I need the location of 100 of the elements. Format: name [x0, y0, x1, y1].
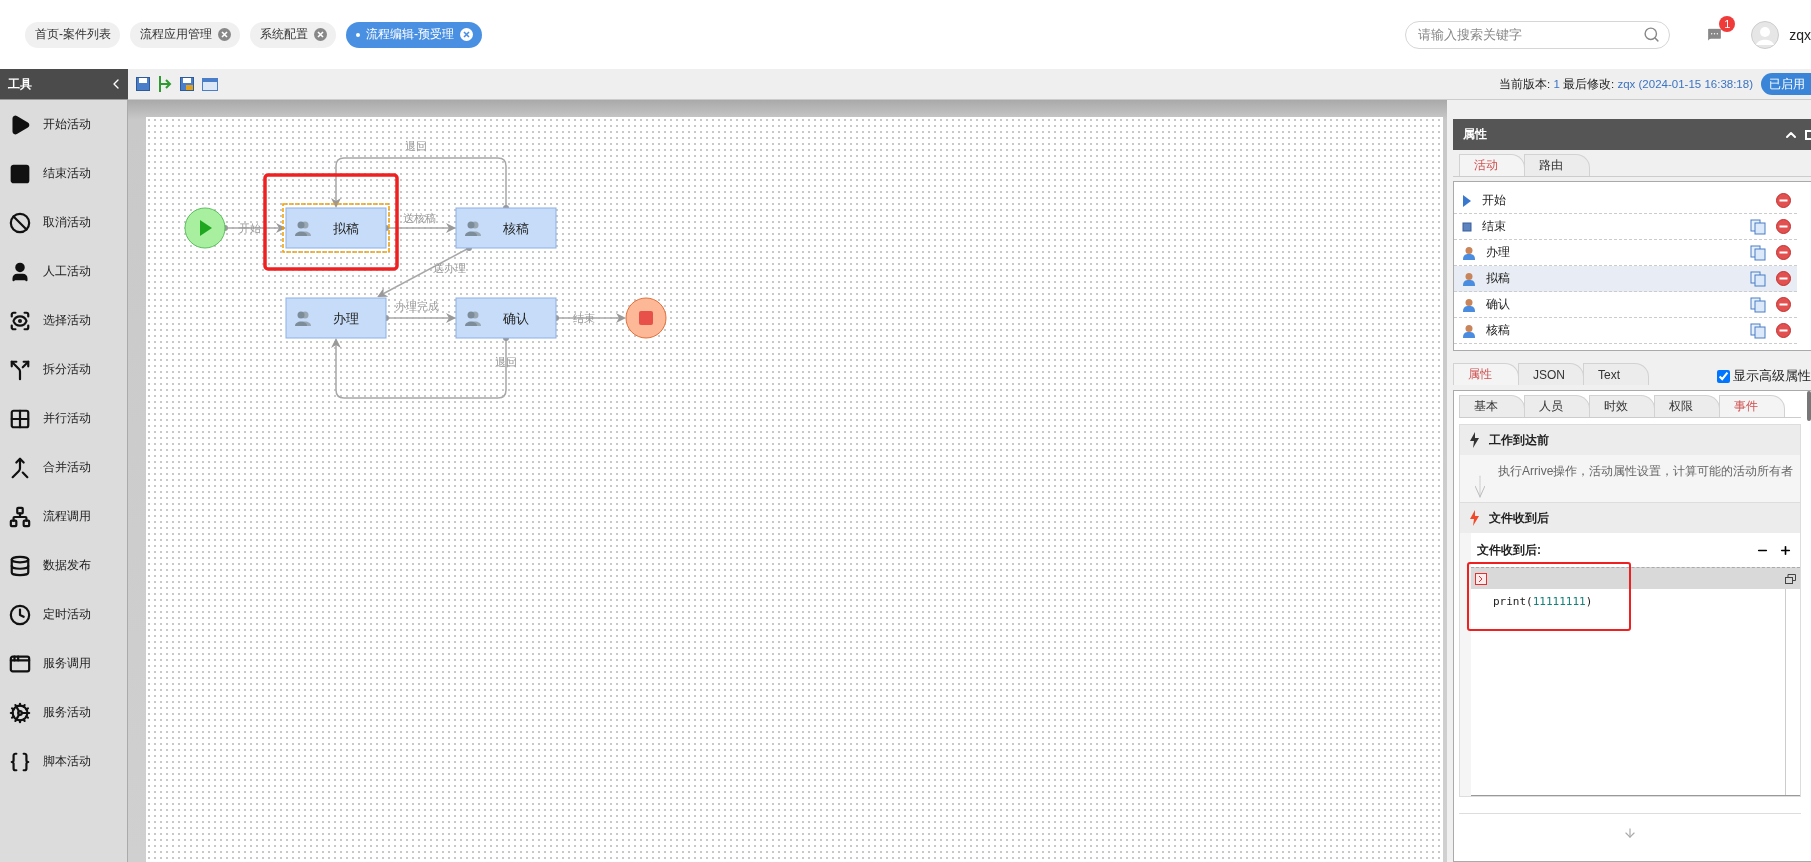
activity-label: 开始 [1482, 192, 1507, 209]
tool-item[interactable]: 服务调用 [0, 639, 127, 688]
panel-tab[interactable]: Text [1583, 363, 1649, 385]
people-icon [295, 311, 311, 326]
remove-icon[interactable] [1776, 193, 1791, 208]
copy-icon[interactable] [1750, 322, 1766, 339]
activity-label: 结束 [1482, 218, 1507, 235]
close-icon[interactable] [218, 28, 231, 41]
activity-label: 确认 [1486, 296, 1511, 313]
close-icon[interactable] [460, 28, 473, 41]
remove-icon[interactable] [1776, 323, 1791, 338]
task-node[interactable] [455, 297, 557, 339]
remove-icon[interactable] [1776, 219, 1791, 234]
code-line[interactable]: print(11111111) [1493, 595, 1785, 608]
tool-item[interactable]: 开始活动 [0, 100, 127, 149]
activity-label: 核稿 [1486, 322, 1511, 339]
status-button[interactable]: 已启用 [1761, 73, 1811, 95]
person-icon [1462, 245, 1476, 260]
maximize-icon[interactable] [1805, 129, 1811, 140]
advanced-checkbox[interactable] [1717, 370, 1730, 383]
plus-icon[interactable] [1779, 543, 1792, 557]
edge-label: 办理完成 [395, 300, 439, 312]
eye-icon [9, 309, 31, 332]
tool-item[interactable]: 定时活动 [0, 590, 127, 639]
page-tab[interactable]: 系统配置 [250, 21, 336, 48]
task-label: 办理 [333, 311, 359, 326]
event-title: 工作到达前 [1489, 431, 1549, 449]
tool-item[interactable]: 人工活动 [0, 247, 127, 296]
end-node[interactable] [625, 297, 667, 339]
remove-icon[interactable] [1776, 271, 1791, 286]
activity-row[interactable]: 确认 [1454, 292, 1797, 318]
restore-icon[interactable] [1785, 573, 1796, 584]
event-header[interactable]: 工作到达前 [1460, 424, 1800, 455]
version-info: 当前版本: 1 最后修改: zqx (2024-01-15 16:38:18) [1499, 76, 1753, 92]
event-title: 文件收到后 [1489, 509, 1549, 527]
detail-tab[interactable]: 时效 [1589, 395, 1655, 417]
user-name[interactable]: zqx [1789, 26, 1811, 43]
tool-item[interactable]: 流程调用 [0, 492, 127, 541]
tool-item[interactable]: 结束活动 [0, 149, 127, 198]
tool-item[interactable]: 数据发布 [0, 541, 127, 590]
export-icon[interactable] [158, 76, 172, 92]
panel-tab[interactable]: JSON [1518, 363, 1584, 385]
panel-tab[interactable]: 路由 [1524, 154, 1590, 176]
message-icon[interactable] [1706, 26, 1724, 43]
detail-tab[interactable]: 权限 [1654, 395, 1720, 417]
people-icon [465, 221, 481, 236]
activity-row[interactable]: 拟稿 [1454, 266, 1797, 292]
tool-item[interactable]: 合并活动 [0, 443, 127, 492]
copy-icon[interactable] [1750, 218, 1766, 235]
save-icon[interactable] [136, 77, 150, 91]
panel-tab[interactable]: 属性 [1453, 363, 1519, 385]
square-icon [9, 162, 31, 185]
start-node[interactable] [184, 207, 226, 249]
remove-icon[interactable] [1776, 245, 1791, 260]
detail-tab[interactable]: 基本 [1459, 395, 1525, 417]
activity-row[interactable]: 核稿 [1454, 318, 1797, 344]
activity-row[interactable]: 结束 [1454, 214, 1797, 240]
copy-icon[interactable] [1750, 296, 1766, 313]
person-icon [9, 260, 31, 283]
search-field[interactable]: 请输入搜索关键字 [1405, 20, 1671, 49]
page-tab[interactable]: 流程应用管理 [130, 21, 240, 48]
remove-icon[interactable] [1776, 297, 1791, 312]
task-label: 拟稿 [333, 221, 359, 236]
clock-icon [9, 603, 31, 626]
copy-icon[interactable] [1750, 244, 1766, 261]
down-arrow-icon [1623, 826, 1637, 840]
person-icon [1462, 297, 1476, 312]
database-icon [9, 554, 31, 577]
tool-item[interactable]: 并行活动 [0, 394, 127, 443]
tool-item[interactable]: 脚本活动 [0, 737, 127, 786]
task-node[interactable] [455, 207, 557, 249]
task-label: 确认 [503, 311, 529, 326]
task-label: 核稿 [503, 221, 529, 236]
edge-label: 退回 [495, 356, 517, 368]
scrollbar-thumb[interactable] [1807, 391, 1811, 421]
panel-tab[interactable]: 活动 [1459, 154, 1525, 176]
triangle-icon [1462, 194, 1472, 207]
activity-row[interactable]: 开始 [1454, 188, 1797, 214]
notification-badge: 1 [1719, 16, 1736, 32]
event-header[interactable]: 文件收到后 [1460, 502, 1800, 533]
copy-icon[interactable] [1750, 270, 1766, 287]
close-icon[interactable] [314, 28, 327, 41]
task-node[interactable] [285, 297, 387, 339]
tool-item[interactable]: 选择活动 [0, 296, 127, 345]
tool-item[interactable]: 取消活动 [0, 198, 127, 247]
tool-item[interactable]: 拆分活动 [0, 345, 127, 394]
gears-icon [9, 701, 31, 724]
detail-tab[interactable]: 事件 [1719, 395, 1785, 417]
person-icon [1462, 271, 1476, 286]
page-tab[interactable]: 首页-案件列表 [25, 21, 120, 48]
tool-item[interactable]: 服务活动 [0, 688, 127, 737]
edge-label: 送办理 [432, 262, 466, 274]
detail-tab[interactable]: 人员 [1524, 395, 1590, 417]
search-icon[interactable] [1643, 25, 1661, 43]
square-icon [1462, 221, 1472, 232]
terminal-icon[interactable] [1475, 572, 1487, 585]
save-as-icon[interactable] [180, 77, 194, 91]
play-icon [9, 113, 31, 136]
activity-label: 办理 [1486, 244, 1511, 261]
window-icon[interactable] [202, 77, 218, 91]
